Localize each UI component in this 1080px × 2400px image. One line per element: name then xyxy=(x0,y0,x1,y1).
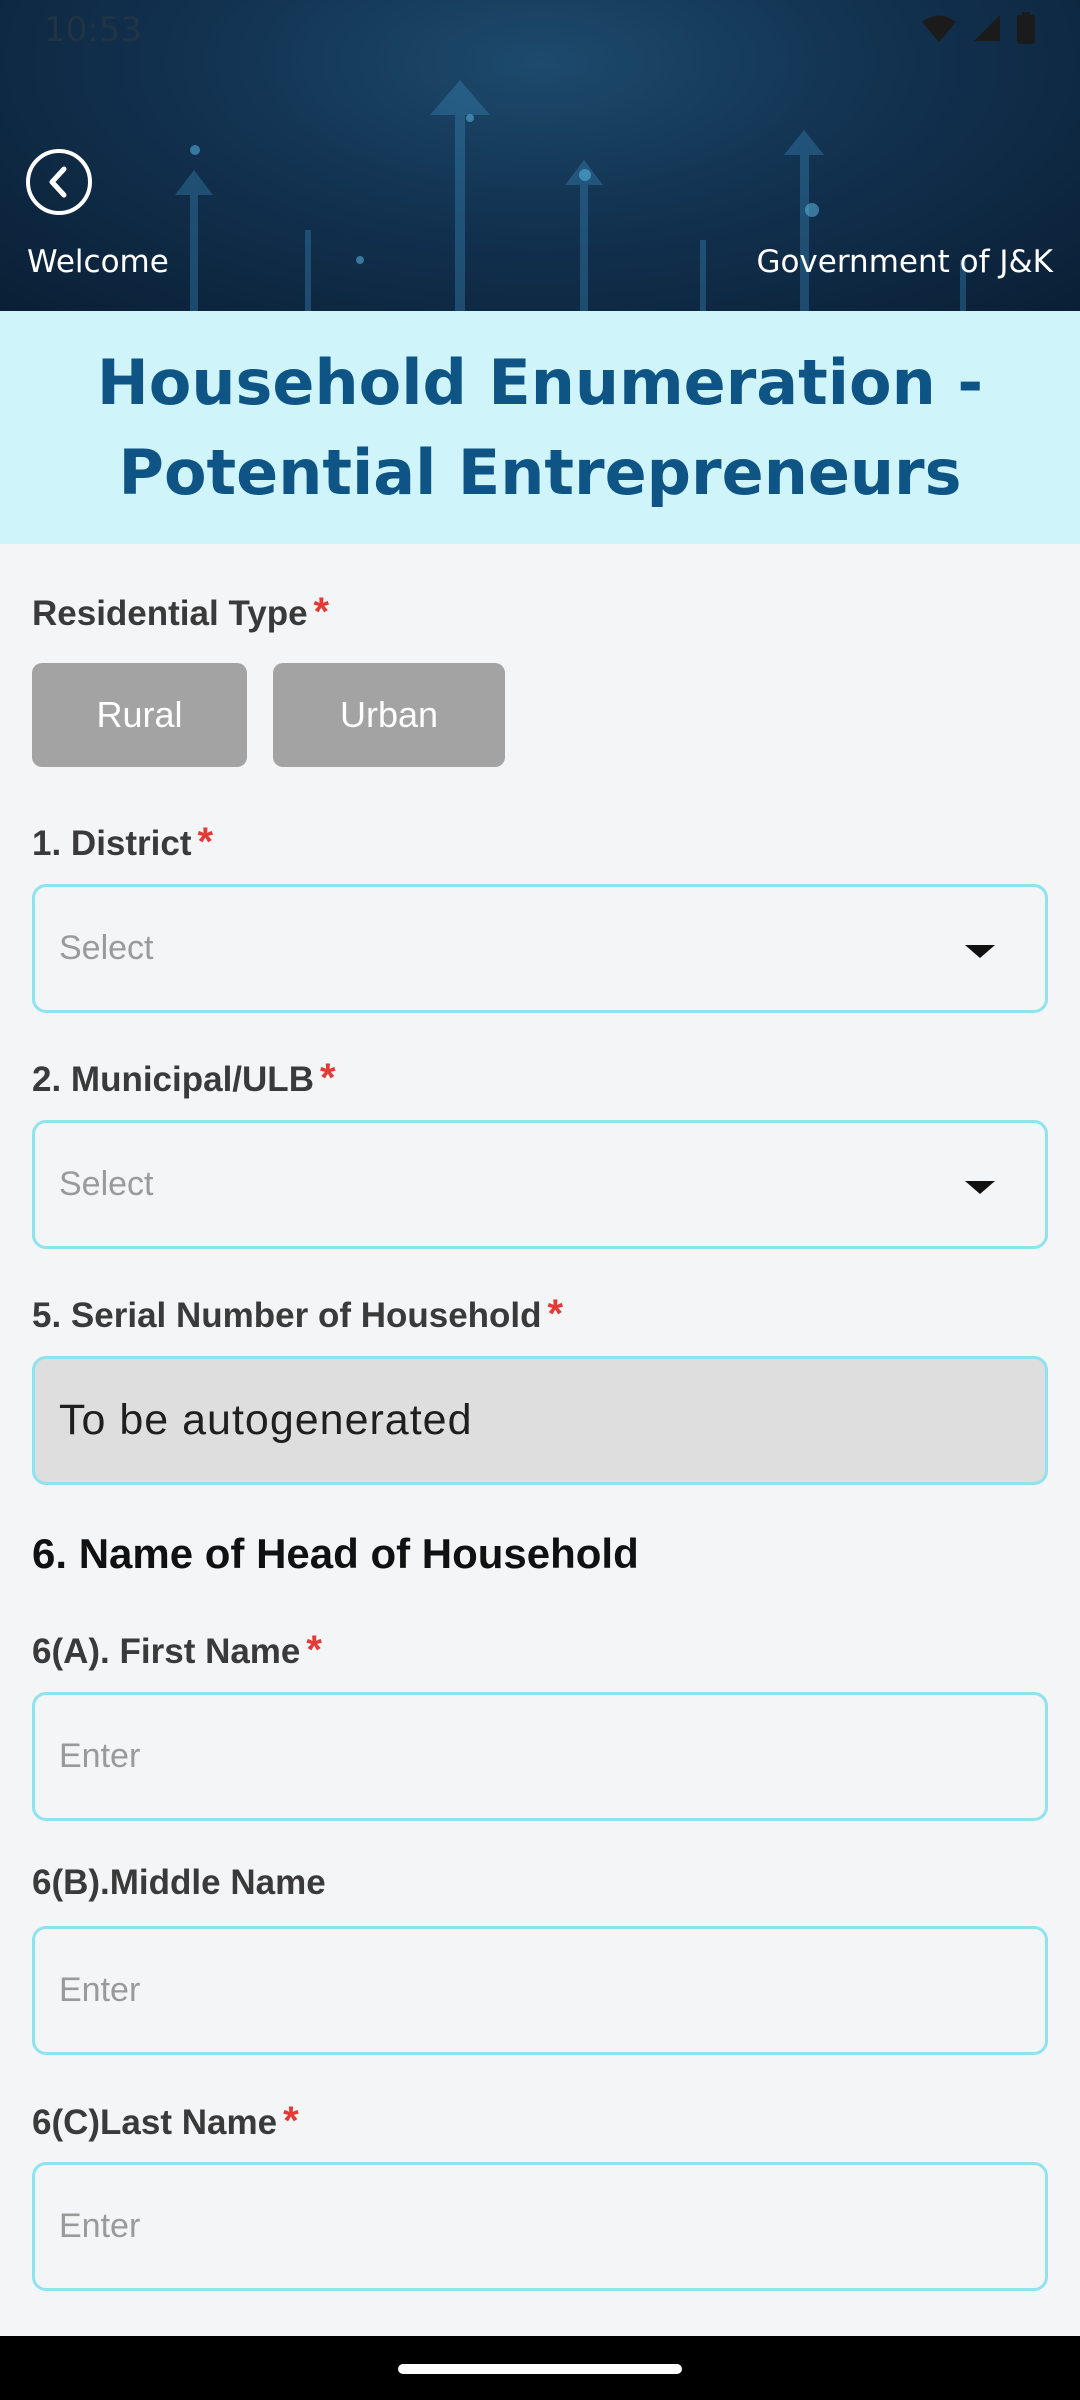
last-name-label-text: 6(C)Last Name xyxy=(32,2103,278,2142)
municipal-placeholder: Select xyxy=(59,1165,154,1203)
home-gesture-handle[interactable] xyxy=(398,2364,682,2374)
signal-icon xyxy=(974,15,1000,41)
status-icons xyxy=(920,12,1036,44)
last-name-placeholder: Enter xyxy=(59,2207,141,2245)
status-time: 10:53 xyxy=(44,10,142,50)
municipal-label-text: 2. Municipal/ULB xyxy=(32,1060,314,1099)
first-name-placeholder: Enter xyxy=(59,1737,141,1775)
chevron-left-icon xyxy=(49,166,67,198)
serial-number-field: To be autogenerated xyxy=(32,1356,1048,1485)
district-label: 1. District * xyxy=(32,820,213,865)
middle-name-label: 6(B).Middle Name xyxy=(32,1863,326,1903)
district-label-text: 1. District xyxy=(32,824,192,863)
residential-type-label: Residential Type * xyxy=(32,590,329,635)
serial-number-label: 5. Serial Number of Household * xyxy=(32,1292,563,1337)
status-bar: 10:53 xyxy=(0,0,1080,60)
required-mark: * xyxy=(283,2099,299,2143)
head-of-household-heading: 6. Name of Head of Household xyxy=(32,1530,639,1577)
last-name-label: 6(C)Last Name * xyxy=(32,2099,299,2144)
page-title-line1: Household Enumeration - xyxy=(96,345,984,419)
first-name-label-text: 6(A). First Name xyxy=(32,1632,301,1671)
page-title-line2: Potential Entrepreneurs xyxy=(118,435,962,509)
battery-icon xyxy=(1017,12,1035,44)
municipal-dropdown[interactable]: Select xyxy=(32,1120,1048,1249)
first-name-input[interactable]: Enter xyxy=(32,1692,1048,1821)
back-button[interactable] xyxy=(26,149,92,215)
first-name-label: 6(A). First Name * xyxy=(32,1628,322,1673)
urban-option-button[interactable]: Urban xyxy=(273,663,505,767)
required-mark: * xyxy=(197,820,214,864)
page-title: Household Enumeration - Potential Entrep… xyxy=(90,338,990,518)
serial-number-label-text: 5. Serial Number of Household xyxy=(32,1296,542,1335)
middle-name-placeholder: Enter xyxy=(59,1971,141,2009)
serial-number-value: To be autogenerated xyxy=(59,1396,473,1444)
page-title-band: Household Enumeration - Potential Entrep… xyxy=(0,311,1080,544)
municipal-label: 2. Municipal/ULB * xyxy=(32,1056,336,1101)
required-mark: * xyxy=(547,1292,564,1336)
district-dropdown[interactable]: Select xyxy=(32,884,1048,1013)
required-mark: * xyxy=(319,1056,336,1100)
government-label: Government of J&K xyxy=(756,244,1053,280)
dropdown-arrow-icon xyxy=(965,945,995,958)
welcome-label: Welcome xyxy=(27,244,169,280)
required-mark: * xyxy=(306,1628,322,1672)
wifi-icon xyxy=(922,15,956,42)
dropdown-arrow-icon xyxy=(965,1181,995,1194)
district-placeholder: Select xyxy=(59,929,154,967)
middle-name-input[interactable]: Enter xyxy=(32,1926,1048,2055)
required-mark: * xyxy=(313,590,330,634)
residential-type-label-text: Residential Type xyxy=(32,594,308,633)
rural-option-button[interactable]: Rural xyxy=(32,663,247,767)
system-navigation-bar xyxy=(0,2336,1080,2400)
middle-name-label-text: 6(B).Middle Name xyxy=(32,1863,326,1902)
app-header: 10:53 Welcome Government of J&K xyxy=(0,0,1080,311)
last-name-input[interactable]: Enter xyxy=(32,2162,1048,2291)
